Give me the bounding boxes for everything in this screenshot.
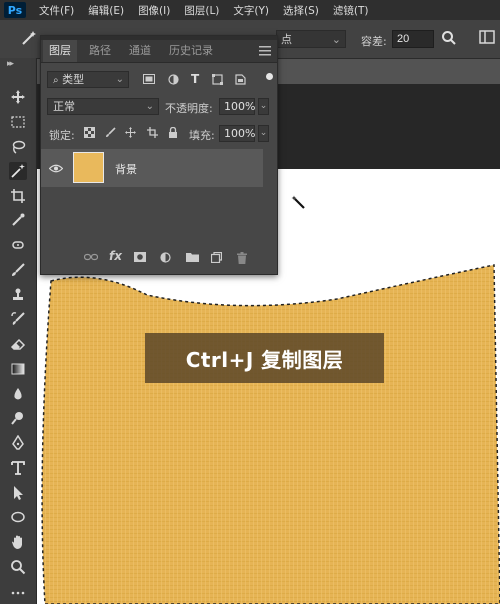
type-tool-icon[interactable] <box>9 459 27 477</box>
fill-dropdown[interactable]: ⌄ <box>258 125 269 142</box>
collapse-icon[interactable]: ▸▸ <box>7 59 14 69</box>
brush-tool-icon[interactable] <box>9 261 27 279</box>
layer-filter-select[interactable]: ⌕ 类型 ⌄ <box>47 71 129 88</box>
menu-select[interactable]: 选择(S) <box>276 3 326 18</box>
tolerance-input[interactable] <box>392 30 434 48</box>
menu-type[interactable]: 文字(Y) <box>226 3 276 18</box>
menu-layer[interactable]: 图层(L) <box>177 3 226 18</box>
eraser-tool-icon[interactable] <box>9 335 27 353</box>
magic-wand-cursor-icon <box>291 195 307 214</box>
filter-pixel-icon[interactable] <box>143 74 155 87</box>
filter-smart-object-icon[interactable] <box>235 74 246 88</box>
chevron-down-icon: ⌄ <box>331 33 341 46</box>
delete-layer-icon[interactable] <box>237 252 247 267</box>
tools-panel: ▸▸ <box>0 58 37 604</box>
filter-adjustment-icon[interactable] <box>168 74 179 88</box>
dodge-tool-icon[interactable] <box>9 409 27 427</box>
layer-filter-value: 类型 <box>62 73 85 86</box>
more-tools-icon[interactable] <box>9 584 27 602</box>
new-group-folder-icon[interactable] <box>186 252 199 265</box>
photoshop-logo: Ps <box>4 2 26 18</box>
tutorial-caption: Ctrl+J 复制图层 <box>145 333 384 383</box>
sample-size-value: 点 <box>281 33 292 46</box>
layer-name[interactable]: 背景 <box>115 161 137 177</box>
tab-layers[interactable]: 图层 <box>43 40 77 62</box>
lock-all-icon[interactable] <box>168 126 178 141</box>
panel-tab-bar: 图层 路径 通道 历史记录 <box>41 40 277 63</box>
healing-brush-tool-icon[interactable] <box>9 236 27 254</box>
tab-history[interactable]: 历史记录 <box>163 40 219 62</box>
layers-panel-footer: fx <box>41 244 277 274</box>
marquee-tool-icon[interactable] <box>9 113 27 131</box>
layers-panel: 图层 路径 通道 历史记录 ⌕ 类型 ⌄ T 正常 ⌄ 不透明度: 100% ⌄… <box>40 35 278 275</box>
zoom-tool-icon[interactable] <box>9 558 27 576</box>
tab-paths[interactable]: 路径 <box>83 40 117 62</box>
search-icon: ⌕ <box>53 75 59 86</box>
tolerance-label: 容差: <box>361 35 387 48</box>
opacity-label: 不透明度: <box>165 102 213 115</box>
ellipse-tool-icon[interactable] <box>9 508 27 526</box>
layer-row[interactable]: 背景 <box>41 149 263 187</box>
chevron-down-icon: ⌄ <box>145 101 154 112</box>
menu-file[interactable]: 文件(F) <box>32 3 81 18</box>
opacity-input[interactable]: 100% <box>219 98 255 115</box>
blend-mode-value: 正常 <box>53 100 75 113</box>
hand-tool-icon[interactable] <box>9 533 27 551</box>
lock-transparent-pixels-icon[interactable] <box>84 127 95 141</box>
menu-filter[interactable]: 滤镜(T) <box>326 3 376 18</box>
chevron-down-icon: ⌄ <box>115 74 124 85</box>
fill-label: 填充: <box>189 129 215 142</box>
opacity-dropdown[interactable]: ⌄ <box>258 98 269 115</box>
fill-input[interactable]: 100% <box>219 125 255 142</box>
workspace-icon[interactable] <box>478 28 496 49</box>
path-selection-tool-icon[interactable] <box>9 484 27 502</box>
tab-channels[interactable]: 通道 <box>123 40 157 62</box>
filter-toggle[interactable] <box>266 73 273 80</box>
new-layer-icon[interactable] <box>210 251 223 266</box>
lock-position-icon[interactable] <box>125 127 136 141</box>
lasso-tool-icon[interactable] <box>9 138 27 156</box>
lock-artboard-icon[interactable] <box>147 127 158 141</box>
lock-label: 锁定: <box>49 129 75 142</box>
layer-style-fx-icon[interactable]: fx <box>109 249 122 263</box>
layer-thumbnail <box>73 152 104 183</box>
search-icon[interactable] <box>440 29 458 50</box>
clone-stamp-tool-icon[interactable] <box>9 286 27 304</box>
history-brush-tool-icon[interactable] <box>9 310 27 328</box>
new-adjustment-layer-icon[interactable] <box>160 252 171 266</box>
move-tool-icon[interactable] <box>9 88 27 106</box>
lock-image-pixels-icon[interactable] <box>105 127 116 141</box>
filter-type-icon[interactable]: T <box>191 72 199 86</box>
eyedropper-tool-icon[interactable] <box>9 211 27 229</box>
blend-mode-select[interactable]: 正常 ⌄ <box>47 98 159 115</box>
crop-tool-icon[interactable] <box>9 187 27 205</box>
menu-image[interactable]: 图像(I) <box>131 3 177 18</box>
pen-tool-icon[interactable] <box>9 434 27 452</box>
magic-wand-icon[interactable] <box>20 29 38 50</box>
magic-wand-tool-icon[interactable] <box>9 162 27 180</box>
gradient-tool-icon[interactable] <box>9 360 27 378</box>
menu-bar: Ps 文件(F) 编辑(E) 图像(I) 图层(L) 文字(Y) 选择(S) 滤… <box>0 0 500 20</box>
menu-edit[interactable]: 编辑(E) <box>81 3 131 18</box>
eye-icon[interactable] <box>48 163 64 176</box>
panel-menu-icon[interactable] <box>259 46 271 59</box>
sample-size-select[interactable]: 点 ⌄ <box>276 30 346 48</box>
add-mask-icon[interactable] <box>134 252 146 265</box>
blur-tool-icon[interactable] <box>9 385 27 403</box>
link-layers-icon[interactable] <box>83 252 99 265</box>
filter-shape-icon[interactable] <box>212 74 223 88</box>
